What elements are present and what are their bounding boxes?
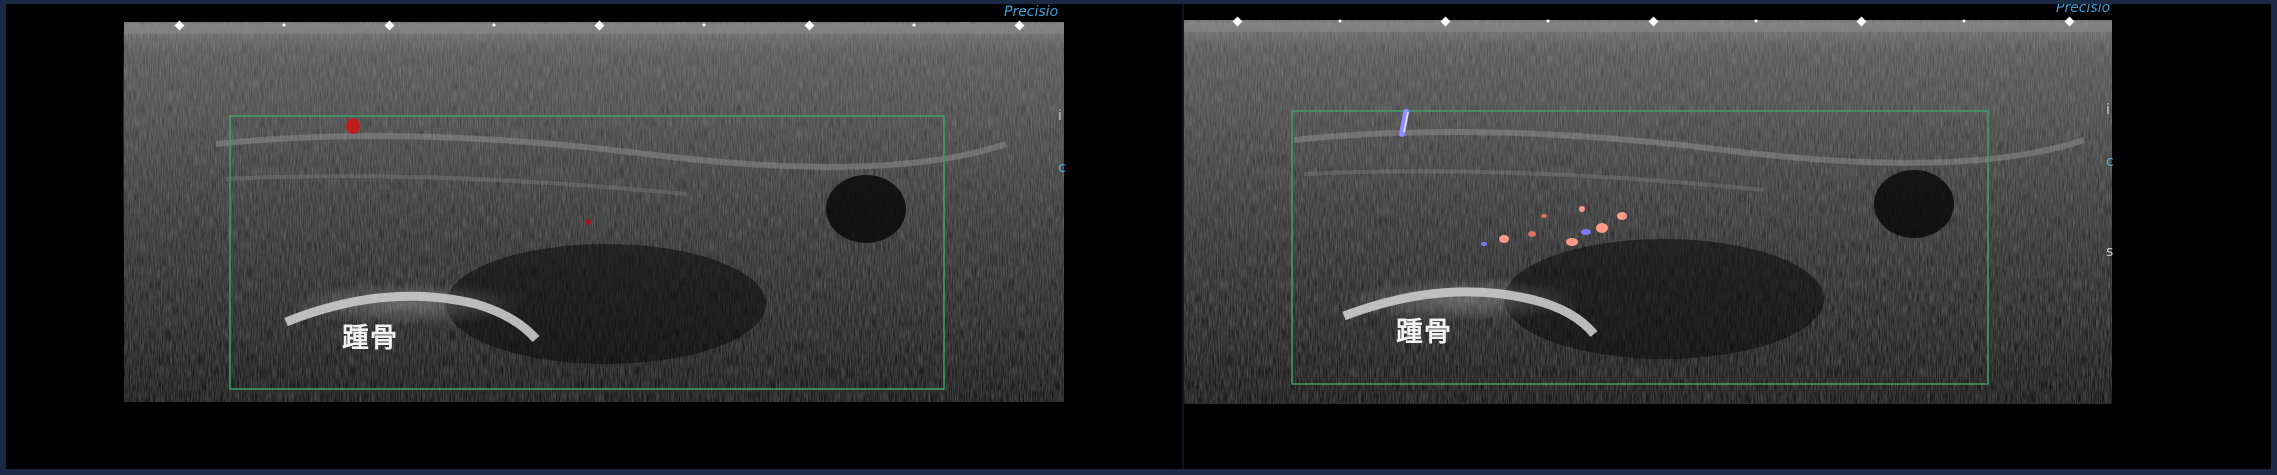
ultrasound-image-left (123, 4, 1182, 469)
side-indicator: c (2106, 154, 2114, 170)
calcaneus-label: 踵骨 (1396, 317, 1452, 348)
brand-text: Precisio (1004, 4, 1059, 20)
side-indicator: c (1058, 160, 1066, 176)
side-indicator: i (1058, 108, 1062, 124)
doppler-signal (346, 118, 360, 134)
ultrasound-image-right (1184, 4, 2271, 469)
doppler-signal (585, 219, 591, 225)
side-indicator: s (2106, 244, 2114, 260)
brand-text: Precisio (2056, 4, 2111, 16)
calcaneus-label: 踵骨 (342, 323, 398, 354)
ultrasound-panel-right: 踵骨 Precisio i c s (1184, 4, 2271, 469)
side-indicator: i (2106, 102, 2110, 118)
ultrasound-panel-left: 踵骨 Precisio i c (6, 4, 1182, 469)
